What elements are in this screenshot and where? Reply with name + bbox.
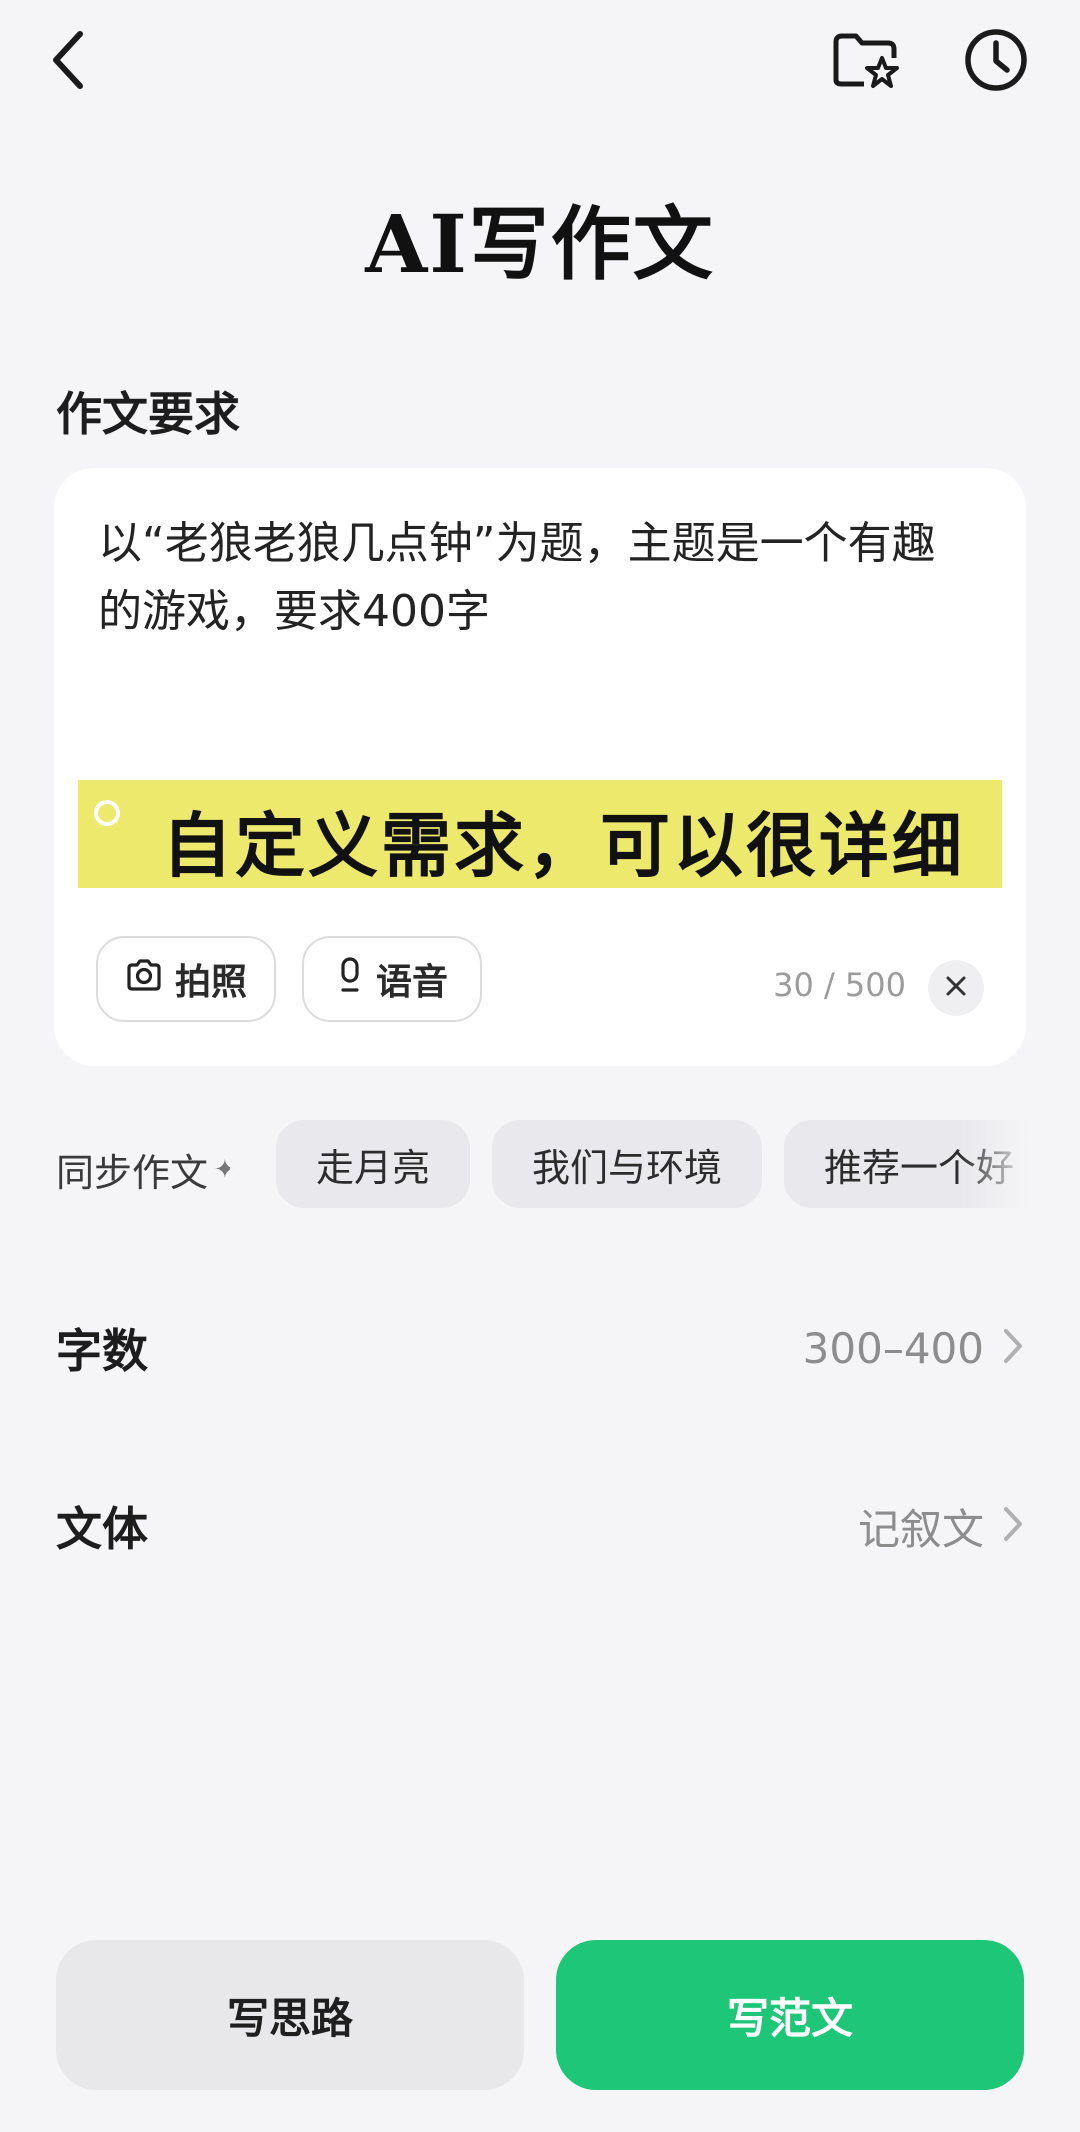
chevron-right-icon <box>1002 1505 1024 1547</box>
topic-chip[interactable]: 我们与环境 <box>492 1120 763 1208</box>
back-button[interactable] <box>36 22 100 102</box>
clear-button[interactable] <box>928 960 984 1016</box>
circle-dot-icon <box>86 792 128 834</box>
write-sample-essay-button[interactable]: 写范文 <box>556 1940 1024 2090</box>
character-count: 30 / 500 <box>773 966 906 1004</box>
folder-star-icon <box>830 28 902 96</box>
close-icon <box>945 975 967 1001</box>
mic-icon <box>336 956 364 1003</box>
topic-chip[interactable]: 走月亮 <box>276 1120 471 1208</box>
camera-icon <box>125 958 163 1001</box>
requirements-card[interactable]: 以“老狼老狼几点钟”为题，主题是一个有趣的游戏，要求400字 拍照 语音 30 … <box>54 468 1026 1066</box>
favorites-button[interactable] <box>826 24 906 100</box>
word-count-row[interactable]: 字数 300–400 <box>56 1308 1024 1388</box>
chevron-right-icon <box>1002 1327 1024 1369</box>
requirements-textarea[interactable]: 以“老狼老狼几点钟”为题，主题是一个有趣的游戏，要求400字 <box>98 510 978 646</box>
essay-style-value: 记叙文 <box>857 1504 984 1554</box>
app-screen: AI写作文 作文要求 以“老狼老狼几点钟”为题，主题是一个有趣的游戏，要求400… <box>0 0 1080 2132</box>
word-count-label: 字数 <box>56 1324 148 1378</box>
essay-style-row[interactable]: 文体 记叙文 <box>56 1486 1024 1566</box>
page-title: AI写作文 <box>365 197 715 291</box>
photo-button[interactable]: 拍照 <box>96 936 276 1022</box>
annotation-banner: 自定义需求，可以很详细 <box>78 780 1002 888</box>
scroll-fade <box>960 1120 1030 1212</box>
requirements-section-label: 作文要求 <box>56 387 240 441</box>
chevron-left-icon <box>48 28 88 96</box>
topic-chip-list[interactable]: 走月亮 我们与环境 推荐一个好 <box>276 1120 1030 1212</box>
annotation-banner-text: 自定义需求，可以很详细 <box>162 805 965 887</box>
write-outline-button[interactable]: 写思路 <box>56 1940 524 2090</box>
voice-button-label: 语音 <box>375 962 448 1003</box>
sync-essay-label-text: 同步作文 <box>56 1151 209 1195</box>
sync-essay-label: 同步作文 ✦ <box>56 1142 236 1197</box>
word-count-value: 300–400 <box>802 1323 984 1373</box>
clock-icon <box>962 26 1030 98</box>
essay-style-label: 文体 <box>56 1502 148 1556</box>
voice-button[interactable]: 语音 <box>302 936 482 1022</box>
scroll-fade <box>230 1120 276 1212</box>
photo-button-label: 拍照 <box>174 962 247 1003</box>
history-button[interactable] <box>956 24 1036 100</box>
